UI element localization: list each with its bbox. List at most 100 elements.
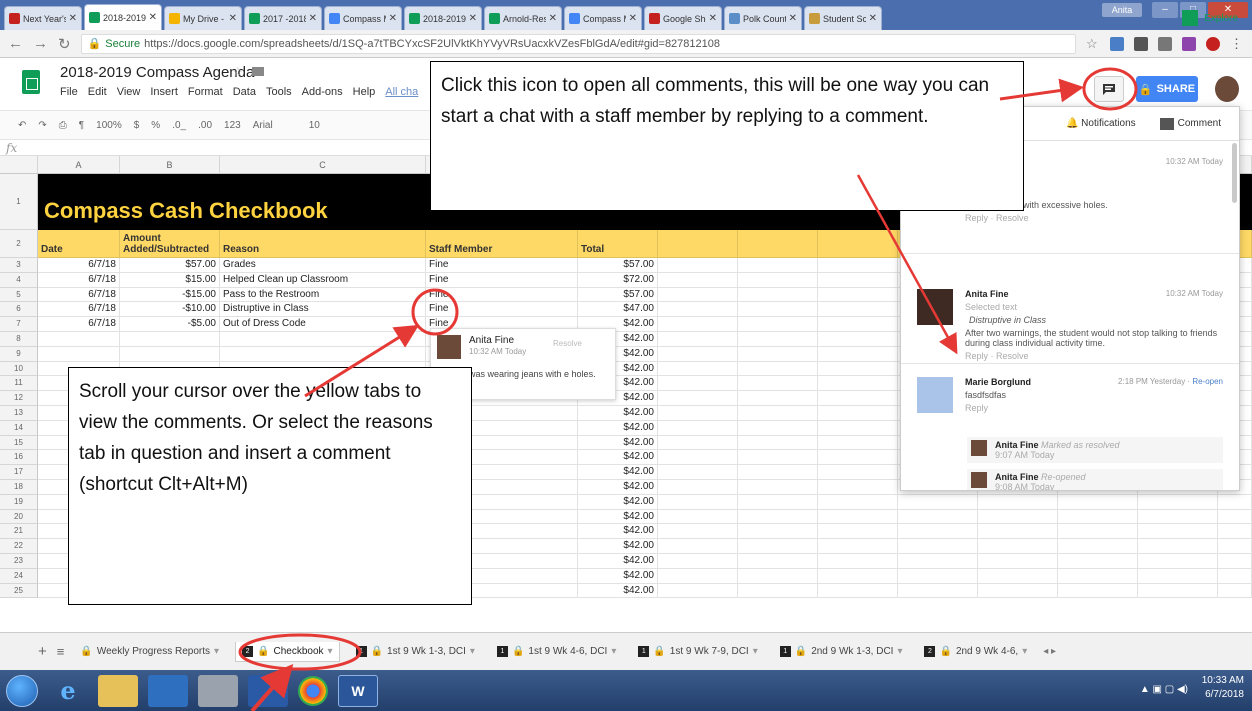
- comments-scrollbar[interactable]: [1232, 143, 1237, 203]
- sheets-logo-icon[interactable]: [22, 70, 40, 94]
- tab-close-icon[interactable]: ✕: [149, 12, 157, 23]
- row-header[interactable]: 21: [0, 524, 38, 540]
- zoom-select[interactable]: 100%: [96, 120, 122, 131]
- table-cell[interactable]: [1218, 509, 1252, 525]
- extension-icon[interactable]: [1158, 36, 1172, 51]
- table-cell[interactable]: [738, 554, 818, 569]
- row-header[interactable]: 15: [0, 435, 38, 451]
- undo-icon[interactable]: ↶: [18, 120, 26, 131]
- table-cell[interactable]: [898, 554, 978, 569]
- browser-tab[interactable]: Arnold-Res ✕: [484, 6, 562, 30]
- table-cell[interactable]: [1138, 539, 1218, 554]
- more-formats-button[interactable]: 123: [224, 120, 241, 131]
- table-cell[interactable]: [738, 494, 818, 510]
- extension-icon[interactable]: [1134, 36, 1148, 51]
- table-cell[interactable]: 6/7/18: [38, 302, 120, 318]
- table-cell[interactable]: [658, 509, 738, 525]
- row-header[interactable]: 9: [0, 346, 38, 362]
- row-header[interactable]: 8: [0, 332, 38, 347]
- table-cell[interactable]: [738, 465, 818, 480]
- table-cell[interactable]: Out of Dress Code: [220, 317, 426, 332]
- table-cell[interactable]: Fine: [426, 287, 578, 303]
- table-cell[interactable]: [1058, 539, 1138, 554]
- chevron-down-icon[interactable]: ▾: [611, 646, 616, 657]
- row-header[interactable]: 6: [0, 302, 38, 318]
- open-comments-button[interactable]: [1094, 76, 1124, 102]
- table-cell[interactable]: [738, 539, 818, 554]
- table-cell[interactable]: [818, 302, 898, 318]
- table-cell[interactable]: Distruptive in Class: [220, 302, 426, 318]
- table-cell[interactable]: Grades: [220, 258, 426, 273]
- sheet-tab[interactable]: 1 🔒 1st 9 Wk 4-6, DCI ▾: [491, 642, 622, 661]
- table-cell[interactable]: [818, 568, 898, 584]
- table-cell[interactable]: [658, 568, 738, 584]
- system-tray-icons[interactable]: ▲ ▣ ▢ ◀): [1140, 684, 1188, 695]
- sheet-scroll-arrows[interactable]: ◂ ▸: [1043, 646, 1056, 657]
- table-cell[interactable]: [220, 346, 426, 362]
- url-field[interactable]: 🔒 Secure https://docs.google.com/spreads…: [80, 33, 1076, 54]
- table-cell[interactable]: [818, 332, 898, 347]
- table-cell[interactable]: [818, 258, 898, 273]
- table-cell[interactable]: $42.00: [578, 568, 658, 584]
- tab-close-icon[interactable]: ✕: [709, 13, 717, 24]
- table-cell[interactable]: [1138, 583, 1218, 599]
- table-cell[interactable]: [818, 554, 898, 569]
- table-cell[interactable]: [898, 494, 978, 510]
- table-cell[interactable]: $57.00: [120, 258, 220, 273]
- table-cell[interactable]: [738, 480, 818, 495]
- table-cell[interactable]: [738, 524, 818, 540]
- browser-tab[interactable]: Next Year's ✕: [4, 6, 82, 30]
- table-cell[interactable]: [658, 406, 738, 421]
- table-cell[interactable]: [738, 450, 818, 466]
- table-cell[interactable]: [1138, 509, 1218, 525]
- tab-close-icon[interactable]: ✕: [309, 13, 317, 24]
- table-cell[interactable]: [1138, 554, 1218, 569]
- back-icon[interactable]: ←: [8, 35, 23, 52]
- add-comment-button[interactable]: Comment: [1159, 117, 1221, 130]
- last-edit-link[interactable]: All cha: [385, 86, 418, 98]
- tab-close-icon[interactable]: ✕: [229, 13, 237, 24]
- tab-close-icon[interactable]: ✕: [389, 13, 397, 24]
- paint-format-icon[interactable]: ¶: [79, 120, 84, 131]
- table-cell[interactable]: Fine: [426, 272, 578, 288]
- clock[interactable]: 10:33 AM 6/7/2018: [1202, 674, 1244, 702]
- extension-icon[interactable]: [1110, 36, 1124, 51]
- chevron-down-icon[interactable]: ▾: [328, 646, 333, 657]
- table-cell[interactable]: [658, 583, 738, 599]
- table-cell[interactable]: [738, 361, 818, 377]
- extension-icon[interactable]: [1182, 36, 1196, 51]
- calculator-icon[interactable]: [198, 674, 238, 707]
- row-header[interactable]: 20: [0, 509, 38, 525]
- row-header[interactable]: 10: [0, 361, 38, 377]
- table-cell[interactable]: Fine: [426, 302, 578, 318]
- table-cell[interactable]: [38, 332, 120, 347]
- table-cell[interactable]: [658, 450, 738, 466]
- table-cell[interactable]: $42.00: [578, 583, 658, 599]
- menu-item[interactable]: Data: [233, 86, 256, 98]
- table-cell[interactable]: [818, 391, 898, 406]
- menu-item[interactable]: View: [117, 86, 141, 98]
- table-cell[interactable]: [818, 420, 898, 436]
- table-cell[interactable]: [818, 272, 898, 288]
- table-cell[interactable]: $15.00: [120, 272, 220, 288]
- percent-format-button[interactable]: %: [151, 120, 160, 131]
- reply-resolve-links[interactable]: Reply · Resolve: [911, 213, 1229, 223]
- browser-tab[interactable]: Compass M✕: [324, 6, 402, 30]
- menu-item[interactable]: Edit: [88, 86, 107, 98]
- user-avatar[interactable]: [1215, 76, 1239, 102]
- forward-icon[interactable]: →: [33, 35, 48, 52]
- minimize-button[interactable]: –: [1152, 2, 1178, 18]
- word-icon[interactable]: W: [338, 674, 378, 707]
- extension-icon[interactable]: [1206, 36, 1220, 51]
- table-cell[interactable]: [1058, 509, 1138, 525]
- table-cell[interactable]: [658, 554, 738, 569]
- browser-tab[interactable]: 2018-2019 C✕: [84, 4, 162, 30]
- browser-tab[interactable]: Polk County✕: [724, 6, 802, 30]
- reopen-link[interactable]: Re-open: [1192, 377, 1223, 386]
- table-cell[interactable]: [658, 420, 738, 436]
- table-cell[interactable]: [658, 391, 738, 406]
- table-cell[interactable]: [658, 332, 738, 347]
- tab-close-icon[interactable]: ✕: [549, 13, 557, 24]
- table-cell[interactable]: $57.00: [578, 287, 658, 303]
- row-header[interactable]: 13: [0, 406, 38, 421]
